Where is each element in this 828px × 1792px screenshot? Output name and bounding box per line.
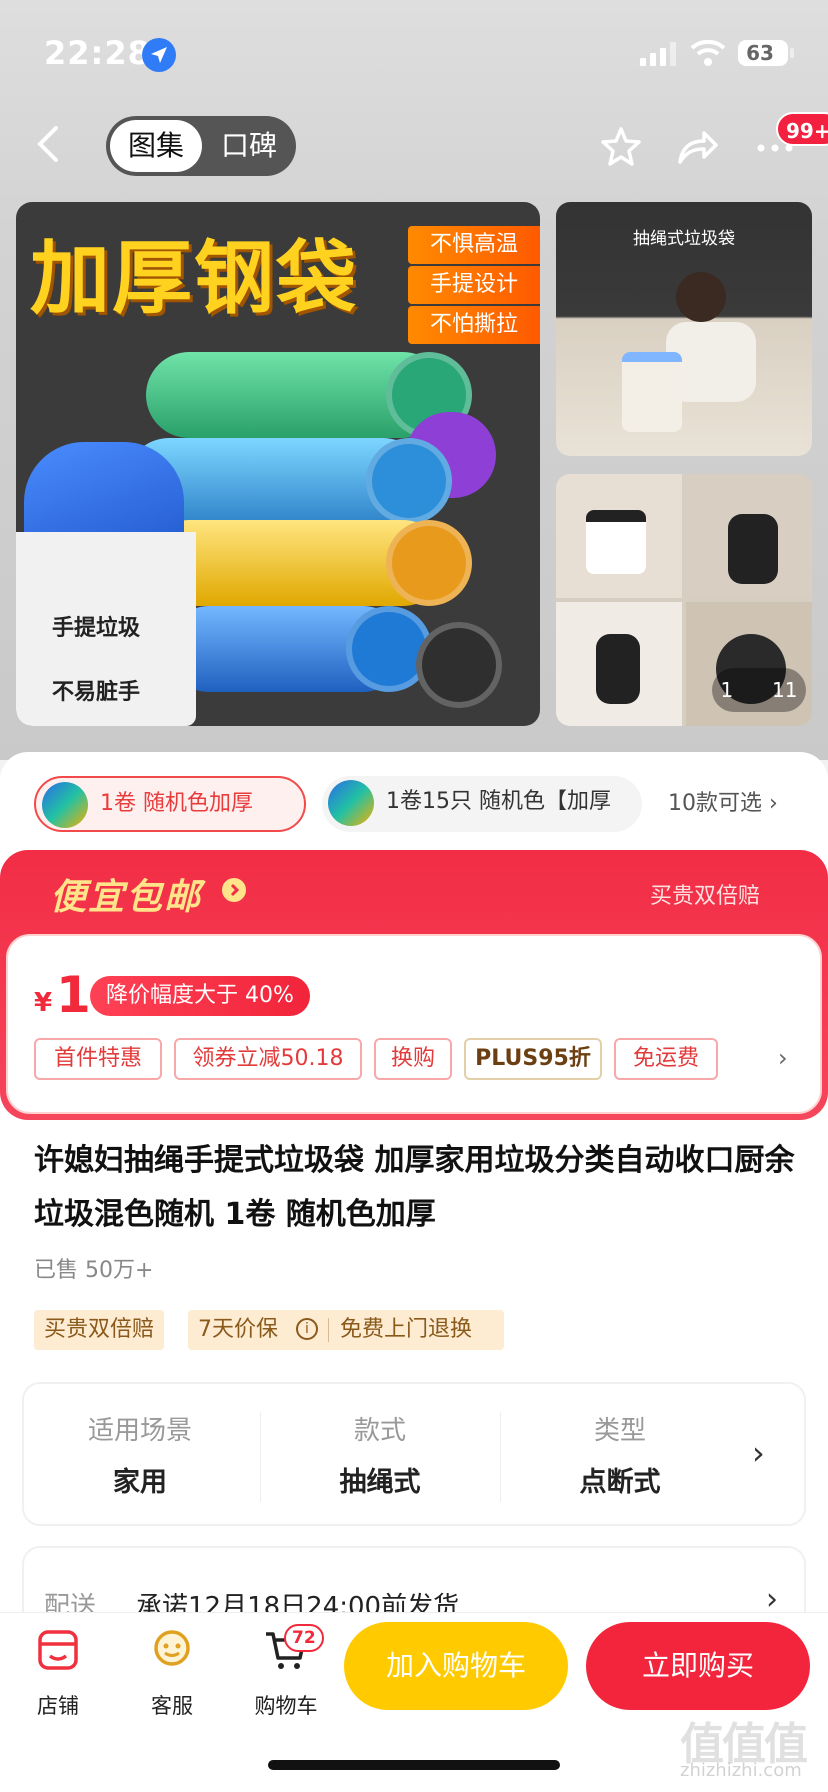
signal-icon [640,42,676,66]
variant-thumbnail [328,780,374,826]
feature-tag: 手提设计 [408,266,540,304]
info-icon[interactable]: i [296,1318,318,1340]
counter-total: 11 [772,678,798,702]
attribute-value: 家用 [113,1467,167,1498]
sold-count: 已售 50万+ [34,1258,154,1283]
bin-figure [622,352,682,432]
bag-figure [596,634,640,704]
service-tab[interactable]: 客服 [122,1626,222,1720]
more-variants-link[interactable]: 10款可选 › [668,776,778,832]
product-title: 许媳妇抽绳手提式垃圾袋 加厚家用垃圾分类自动收口厨余垃圾混色随机 1卷 随机色加… [34,1143,795,1232]
service-label: 客服 [151,1694,193,1718]
battery-level: 63 [746,41,774,65]
battery-icon: 63 [738,40,788,66]
currency-symbol: ¥ [34,988,53,1018]
attribute-value: 点断式 [579,1467,661,1498]
variant-label: 1卷15只 随机色【加厚 [386,789,611,814]
guarantee-badge[interactable]: 7天价保 i 免费上门退换 [188,1310,504,1350]
tab-reviews[interactable]: 口碑 [206,120,292,172]
image-counter: 1 11 [712,668,806,712]
guarantee-badge[interactable]: 买贵双倍赔 [34,1310,165,1350]
buy-now-button[interactable]: 立即购买 [586,1622,810,1710]
bin-caption: 手提垃圾 [52,616,141,641]
wifi-icon [690,39,726,66]
image-headline: 加厚钢袋 [30,232,358,325]
bag-figure [728,514,778,584]
chevron-right-icon[interactable]: › [778,1044,788,1072]
watermark-site: zhizhizhi.com [680,1760,802,1781]
bin-caption: 不易脏手 [52,680,141,705]
attribute-value: 抽绳式 [339,1467,421,1498]
roll-end [416,622,502,708]
promo-guarantee[interactable]: 买贵双倍赔 [650,878,760,910]
location-icon [142,38,176,72]
main-product-image[interactable]: 加厚钢袋 不惧高温 手提设计 不怕撕拉 手提垃圾 不易脏手 [16,202,540,726]
attribute-key: 类型 [593,1416,646,1446]
roll-end [366,438,452,524]
promo-chip[interactable]: 免运费 [614,1038,718,1080]
status-time: 22:28 [44,34,151,72]
back-icon[interactable] [30,122,70,166]
battery-tip [790,48,794,58]
add-to-cart-button[interactable]: 加入购物车 [344,1622,568,1710]
price-value: 1 [56,966,91,1024]
person-figure [676,272,726,322]
feature-tag: 不惧高温 [408,226,540,264]
counter-current: 1 [720,678,734,702]
side-image-top[interactable]: 抽绳式垃圾袋 [556,202,812,456]
price-drop-tag: 降价幅度大于 40% [90,976,310,1016]
chevron-right-icon[interactable]: › [752,1434,765,1472]
attribute-key: 款式 [353,1416,406,1446]
attribute-key: 适用场景 [87,1416,192,1446]
variant-option-selected[interactable]: 1卷 随机色加厚 [34,776,306,832]
customer-service-icon [154,1630,190,1666]
plus-chip[interactable]: PLUS95折 [464,1038,602,1080]
home-indicator [268,1760,560,1770]
price-panel [6,934,822,1114]
share-icon[interactable] [674,124,720,170]
chevron-right-icon[interactable] [222,878,246,902]
roll-end [386,520,472,606]
attributes-panel[interactable] [22,1382,806,1526]
shop-icon [38,1630,78,1670]
bin-figure [586,510,646,574]
side-image-title: 抽绳式垃圾袋 [633,229,735,249]
feature-tag: 不怕撕拉 [408,306,540,344]
message-badge: 99+ [776,112,828,146]
variant-option[interactable]: 1卷15只 随机色【加厚 [322,776,642,832]
cart-label: 购物车 [254,1694,318,1718]
divider [328,1318,329,1342]
price-protect-label: 7天价保 [198,1317,278,1342]
gallery-review-toggle: 图集 口碑 [106,116,296,176]
promo-chip[interactable]: 换购 [374,1038,452,1080]
promo-chip[interactable]: 领券立减50.18 [174,1038,362,1080]
promo-title[interactable]: 便宜包邮 [50,868,202,920]
variant-thumbnail [42,782,88,828]
tab-gallery[interactable]: 图集 [110,120,202,172]
variant-label: 1卷 随机色加厚 [100,791,253,816]
star-icon[interactable] [598,124,644,170]
return-label: 免费上门退换 [340,1317,473,1342]
cart-count-badge: 72 [284,1624,324,1652]
shop-label: 店铺 [37,1694,79,1718]
status-bar: 22:28 63 [0,0,828,100]
shop-tab[interactable]: 店铺 [8,1626,108,1720]
promo-chip[interactable]: 首件特惠 [34,1038,162,1080]
